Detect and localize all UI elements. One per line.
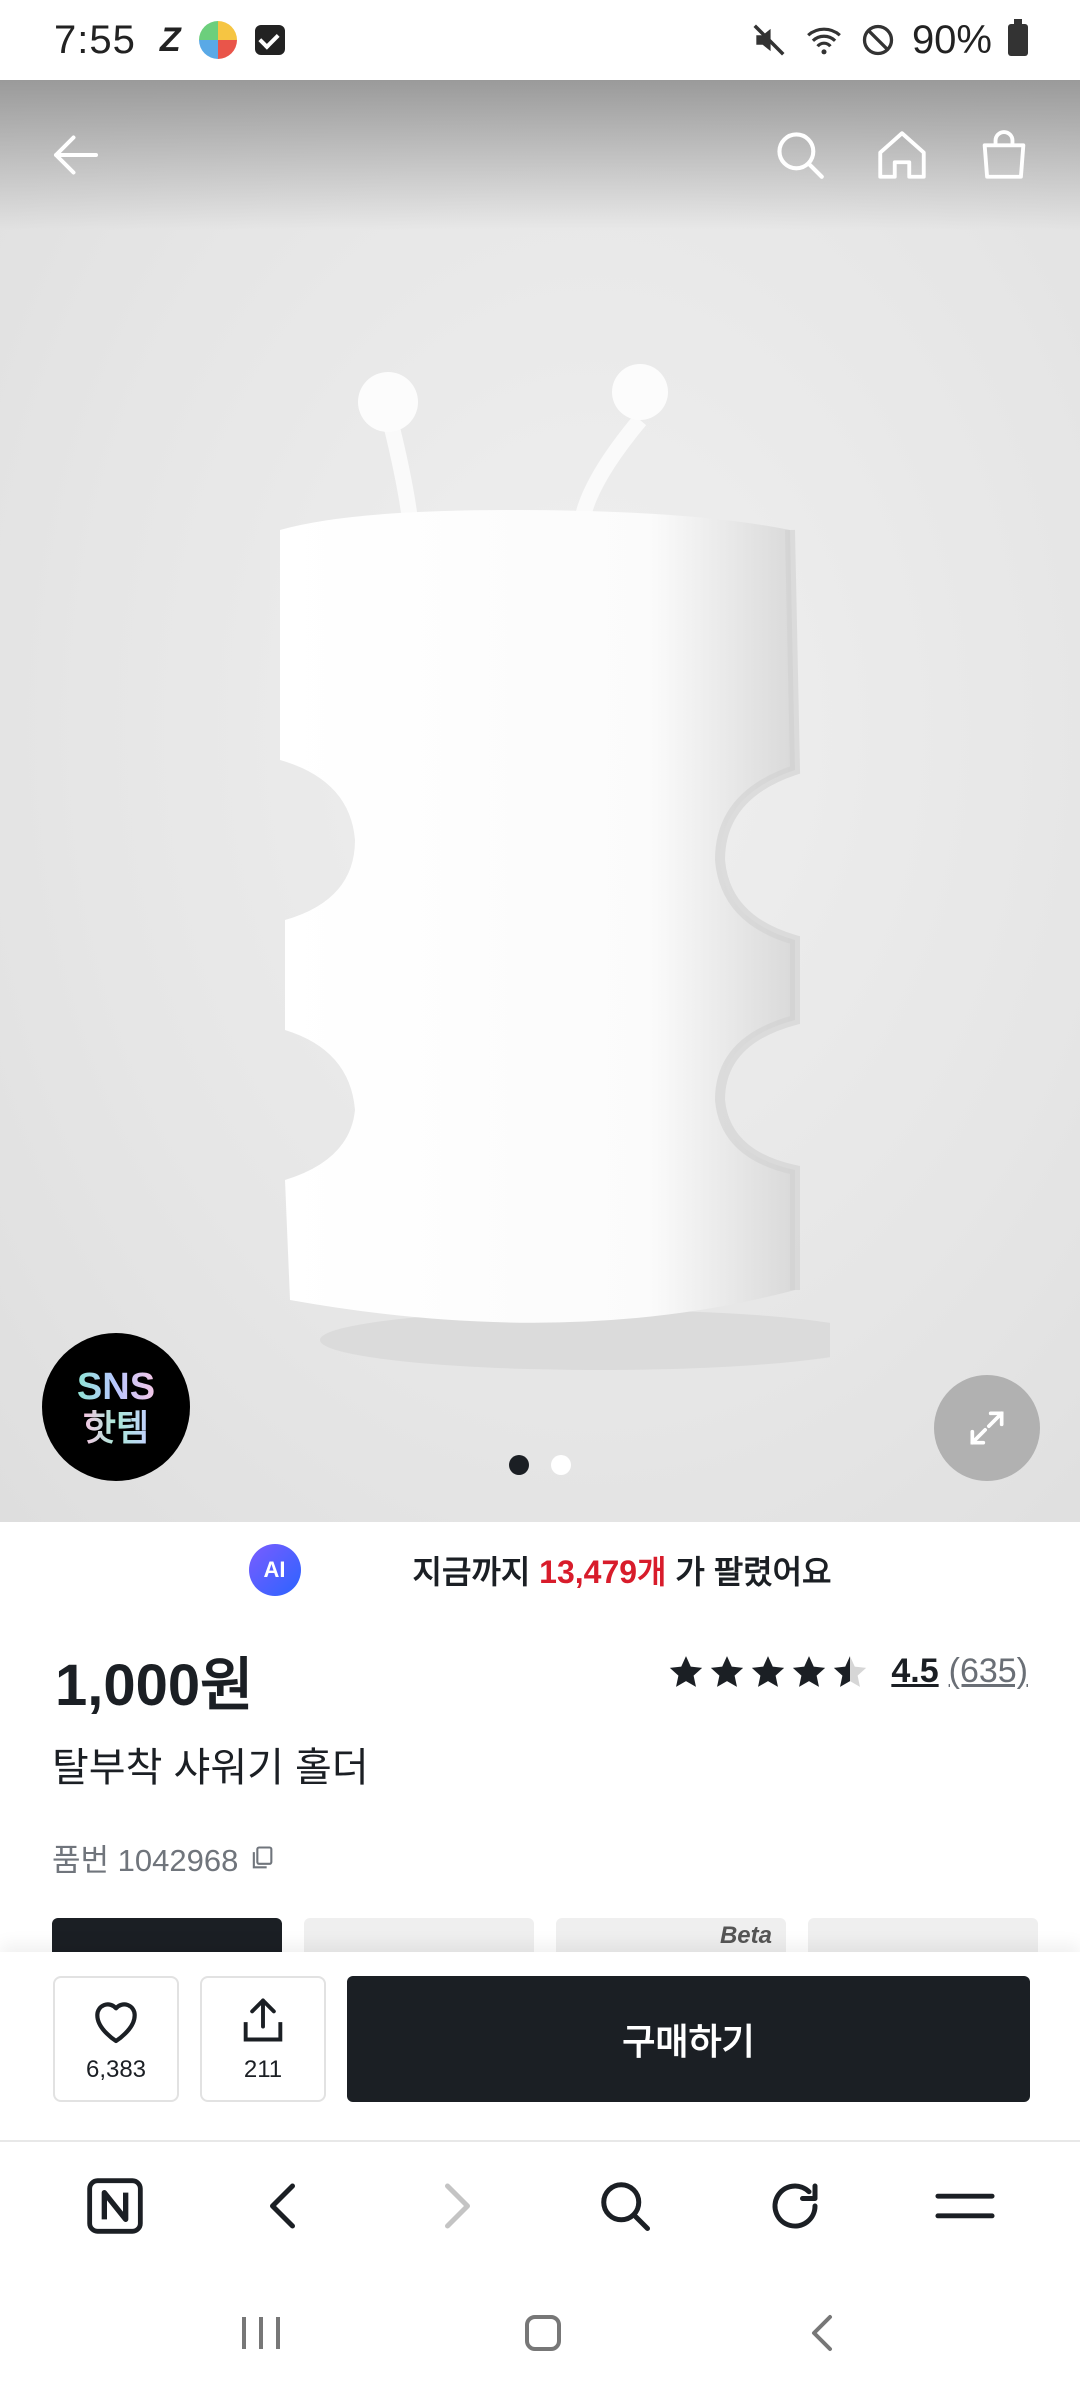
share-button[interactable]: 211 (200, 1976, 326, 2102)
product-title: 탈부착 샤워기 홀더 (52, 1746, 369, 1790)
purchase-action-bar: 6,383 211 구매하기 (0, 1952, 1080, 2142)
search-icon (601, 2182, 650, 2231)
home-nav-button[interactable] (519, 2309, 567, 2362)
share-icon (243, 1998, 283, 2042)
battery-percent: 90% (911, 17, 992, 62)
home-icon (878, 131, 926, 179)
system-status-icons: 90% (750, 18, 1028, 63)
menu-icon (935, 2193, 995, 2219)
naver-icon (87, 2178, 143, 2234)
heart-icon (95, 2002, 137, 2044)
gallery-dot[interactable] (551, 1455, 571, 1475)
gallery-dot-active[interactable] (509, 1455, 529, 1475)
wifi-icon (807, 27, 841, 55)
back-arrow-icon (54, 135, 98, 175)
search-icon (777, 132, 824, 179)
refresh-icon (772, 2183, 818, 2229)
product-image (280, 364, 830, 1370)
sold-count-banner: AI 지금까지 13,479개 가 팔렸어요 (0, 1532, 1080, 1608)
notification-icons: Z (160, 21, 285, 60)
gallery-pagination (0, 1455, 1080, 1475)
back-nav-icon (811, 2314, 832, 2351)
star-icon (670, 1655, 703, 1687)
ai-badge: AI (248, 1544, 301, 1596)
sold-suffix: 가 팔렸어요 (675, 1554, 832, 1590)
rating-stars (667, 1653, 869, 1691)
rating-score[interactable]: 4.5 (891, 1652, 938, 1691)
battery-icon (1008, 19, 1028, 56)
system-navigation-bar (0, 2270, 1080, 2400)
z-app-icon: Z (159, 20, 181, 59)
like-count: 6,383 (85, 2056, 147, 2083)
copy-icon[interactable] (248, 1844, 276, 1872)
forward-icon (445, 2183, 470, 2229)
star-icon (793, 1655, 826, 1687)
app-notification-icon (198, 21, 237, 59)
browser-search-button[interactable] (585, 2166, 665, 2246)
back-nav-button[interactable] (800, 2309, 844, 2362)
share-count: 211 (243, 2056, 283, 2083)
browser-refresh-button[interactable] (755, 2166, 835, 2246)
mute-icon (753, 24, 785, 56)
naver-home-button[interactable] (75, 2166, 155, 2246)
recent-apps-button[interactable] (236, 2311, 286, 2360)
review-count[interactable]: (635) (949, 1652, 1028, 1691)
star-icon (834, 1655, 867, 1687)
product-price: 1,000원 (55, 1653, 254, 1718)
status-bar: 7:55 Z 90% (0, 0, 1080, 80)
rating-summary[interactable]: 4.5 (635) (667, 1652, 1028, 1691)
sold-count: 13,479개 (539, 1554, 667, 1590)
thumbnail-tab-label: Beta (719, 1922, 772, 1949)
product-image-gallery[interactable]: SNS 핫템 (0, 80, 1080, 1522)
do-not-disturb-icon (862, 24, 894, 56)
star-icon (752, 1655, 785, 1687)
recent-apps-icon (242, 2316, 281, 2349)
status-time: 7:55 (54, 17, 136, 62)
buy-button[interactable]: 구매하기 (347, 1976, 1030, 2102)
checkbox-notification-icon (254, 25, 285, 55)
like-button[interactable]: 6,383 (53, 1976, 179, 2102)
browser-toolbar (0, 2142, 1080, 2270)
sold-prefix: 지금까지 (412, 1554, 531, 1590)
sku-text: 품번 1042968 (52, 1843, 239, 1878)
top-navigation (0, 80, 1080, 230)
product-sku: 품번 1042968 (52, 1835, 276, 1880)
back-button[interactable] (40, 119, 112, 191)
star-icon (711, 1655, 744, 1687)
expand-icon (970, 1411, 1004, 1445)
home-button[interactable] (866, 119, 938, 191)
shopping-bag-icon (982, 130, 1026, 179)
cart-button[interactable] (968, 119, 1040, 191)
search-button[interactable] (764, 119, 836, 191)
browser-menu-button[interactable] (925, 2166, 1005, 2246)
browser-back-button[interactable] (245, 2166, 325, 2246)
browser-forward-button[interactable] (415, 2166, 495, 2246)
back-icon (270, 2183, 295, 2229)
home-square-icon (524, 2314, 561, 2351)
